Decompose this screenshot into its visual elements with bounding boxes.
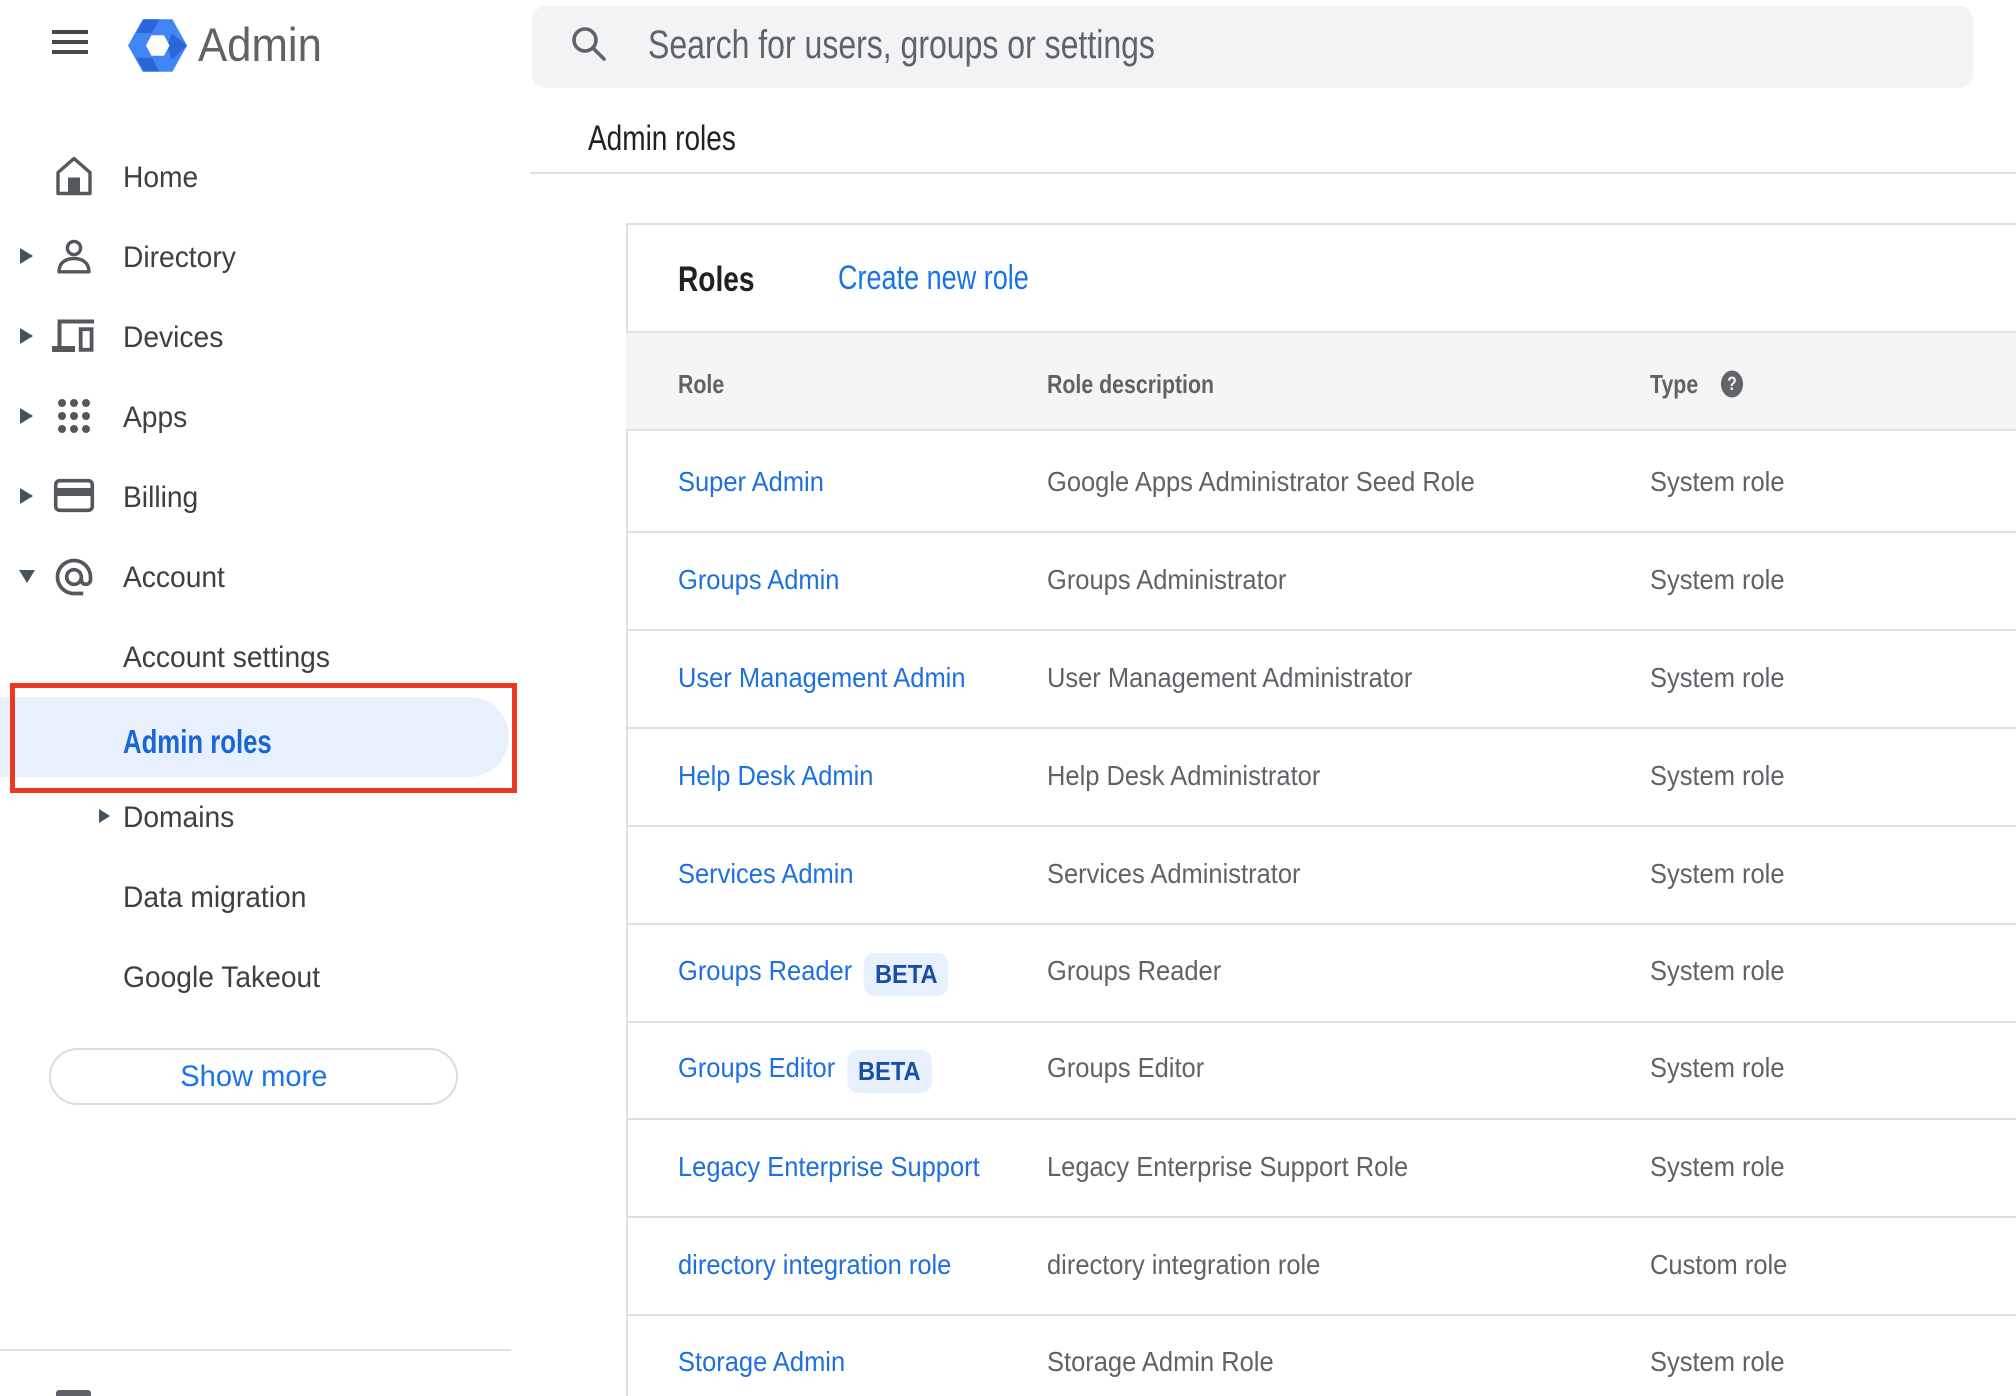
svg-text:?: ? bbox=[1727, 373, 1737, 395]
